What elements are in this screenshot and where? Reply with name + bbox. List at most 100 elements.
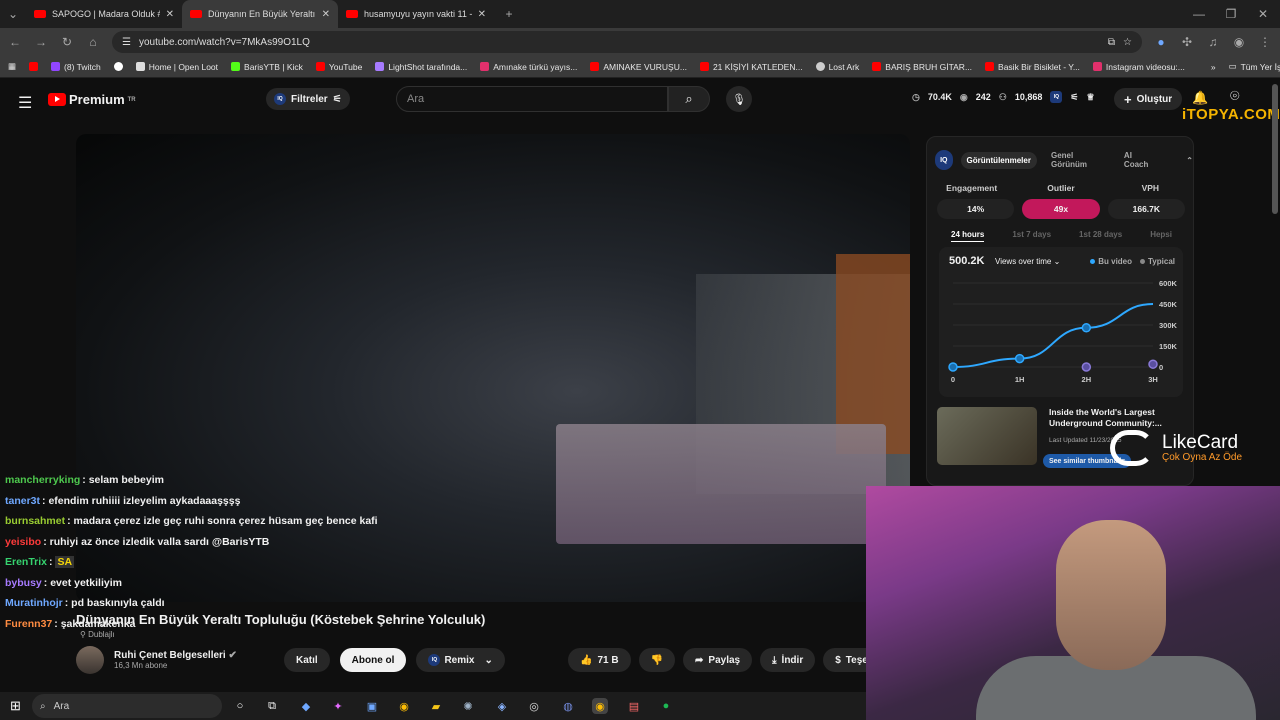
task-view-icon[interactable]: ⧉	[264, 698, 280, 714]
bookmark-6[interactable]: AMINAKE VURUŞU...	[590, 62, 687, 72]
chat-user: taner3t	[5, 494, 41, 507]
maximize-icon[interactable]: ❐	[1224, 7, 1238, 21]
close-icon[interactable]: ✕	[478, 9, 486, 20]
extensions-icon[interactable]: ✣	[1180, 35, 1194, 49]
extension-iq-icon[interactable]: ●	[1154, 35, 1168, 49]
bookmark-5[interactable]: Amınake türkü yayıs...	[480, 62, 577, 72]
install-icon[interactable]: ⧉	[1108, 37, 1115, 48]
app-icon-1[interactable]: ◆	[298, 698, 314, 714]
collapse-icon[interactable]: ⌃	[1186, 156, 1193, 165]
bookmark-4[interactable]: LightShot tarafında...	[375, 62, 467, 72]
window-close-icon[interactable]: ✕	[1256, 7, 1270, 21]
media-icon[interactable]: ♫	[1206, 35, 1220, 49]
stat-watching: 242	[975, 92, 991, 102]
tab-3[interactable]: husamyuyu yayın vakti 11 - Yo ✕	[338, 0, 494, 28]
bookmark-9[interactable]: BARIŞ BRUH GİTAR...	[872, 62, 972, 72]
trophy-icon[interactable]: ♕	[1086, 92, 1094, 103]
range-28d[interactable]: 1st 28 days	[1079, 230, 1122, 242]
close-icon[interactable]: ✕	[166, 9, 174, 20]
iq-extension-icon[interactable]: IQ	[1050, 91, 1063, 103]
obs-icon[interactable]: ◎	[526, 698, 542, 714]
reload-icon[interactable]: ↻	[60, 35, 74, 49]
store-icon[interactable]: ▣	[364, 698, 380, 714]
download-label: İndir	[781, 654, 804, 666]
notifications-bell-icon[interactable]: 🔔	[1192, 90, 1208, 106]
bookmark-google[interactable]	[113, 62, 123, 71]
discord-icon[interactable]: ◍	[560, 698, 576, 714]
range-7d[interactable]: 1st 7 days	[1012, 230, 1051, 242]
tab-1[interactable]: SAPOGO | Madara Olduk #606 ✕	[26, 0, 182, 28]
chrome-active-icon[interactable]: ◉	[592, 698, 608, 714]
chat-user: Muratinhojr	[5, 597, 63, 609]
voice-search-button[interactable]: 🎙	[726, 86, 752, 112]
filters-button[interactable]: IQ Filtreler ⚟	[266, 88, 350, 110]
profile-icon[interactable]: ◉	[1232, 35, 1246, 49]
tab-search-icon[interactable]: ⌄	[6, 7, 20, 21]
menu-icon[interactable]: ⋮	[1258, 35, 1272, 49]
create-button[interactable]: + Oluştur	[1114, 88, 1183, 110]
file-explorer-icon[interactable]: ▰	[428, 698, 444, 714]
search-button[interactable]: ⌕	[668, 86, 710, 112]
home-icon[interactable]: ⌂	[86, 35, 100, 49]
channel-avatar[interactable]	[76, 646, 104, 674]
subscribe-button[interactable]: Abone ol	[339, 648, 407, 672]
join-button[interactable]: Katıl	[284, 648, 330, 672]
tab-2[interactable]: Dünyanın En Büyük Yeraltı Topl ✕	[182, 0, 338, 28]
share-button[interactable]: ➦ Paylaş	[683, 648, 753, 672]
bookmark-8[interactable]: Lost Ark	[815, 62, 859, 72]
like-button[interactable]: 👍 71 B	[568, 648, 631, 672]
app-icon-2[interactable]: ✦	[330, 698, 346, 714]
page-scrollbar[interactable]	[1272, 84, 1278, 214]
range-24h[interactable]: 24 hours	[951, 230, 985, 242]
related-thumbnail[interactable]	[937, 407, 1037, 465]
forward-icon[interactable]: →	[34, 35, 48, 49]
hamburger-menu-icon[interactable]: ☰	[18, 93, 32, 113]
tab-ai-coach[interactable]: AI Coach	[1118, 147, 1160, 173]
metric-label: VPH	[1141, 183, 1160, 193]
bookmark-3[interactable]: YouTube	[315, 62, 362, 72]
windows-start-icon[interactable]: ⊞	[10, 698, 21, 714]
bookmark-10[interactable]: Basik Bir Bisiklet - Y...	[985, 62, 1080, 72]
likecard-name: LikeCard	[1162, 432, 1239, 453]
bookmark-star-icon[interactable]: ☆	[1123, 37, 1132, 48]
minimize-icon[interactable]: —	[1192, 7, 1206, 21]
spotify-icon[interactable]: ●	[658, 698, 674, 714]
steam-icon[interactable]: ✺	[460, 698, 476, 714]
bookmark-11[interactable]: Instagram videosu:...	[1092, 62, 1185, 72]
download-button[interactable]: ⤓ İndir	[760, 648, 816, 672]
tab-overview[interactable]: Genel Görünüm	[1045, 147, 1110, 173]
bookmark-0[interactable]: (8) Twitch	[51, 62, 101, 72]
tab-views[interactable]: Görüntülenmeler	[960, 151, 1037, 169]
bookmark-1[interactable]: Home | Open Loot	[135, 62, 218, 72]
remix-button[interactable]: IQ Remix ⌄	[416, 648, 505, 672]
remix-label: Remix	[444, 654, 475, 666]
dubbed-badge: ⚲ Dublajlı	[80, 630, 115, 639]
related-title[interactable]: Inside the World's Largest Underground C…	[1049, 407, 1175, 429]
bookmark-2[interactable]: BarisYTB | Kick	[231, 62, 303, 72]
apps-icon[interactable]: ▦	[8, 61, 16, 72]
app-icon-4[interactable]: ▤	[626, 698, 642, 714]
account-avatar-icon[interactable]: ⌾	[1230, 88, 1240, 106]
all-bookmarks-label: Tüm Yer İşaretleri	[1240, 61, 1280, 72]
sliders-icon[interactable]: ⚟	[1070, 92, 1078, 103]
app-icon-3[interactable]: ◈	[494, 698, 510, 714]
cortana-icon[interactable]: ○	[232, 698, 248, 714]
bookmark-7[interactable]: 21 KİŞİYİ KATLEDEN...	[699, 62, 803, 72]
channel-name[interactable]: Ruhi Çenet Belgeselleri ✔	[114, 650, 274, 661]
all-bookmarks[interactable]: ▭Tüm Yer İşaretleri	[1229, 61, 1280, 72]
likecard-tagline: Çok Oyna Az Öde	[1162, 452, 1243, 463]
site-info-icon[interactable]: ☰	[122, 37, 131, 48]
dislike-button[interactable]: 👎	[638, 648, 676, 672]
search-input[interactable]: Ara	[396, 86, 668, 112]
new-tab-icon[interactable]: +	[502, 7, 516, 21]
url-input[interactable]: ☰ youtube.com/watch?v=7MkAs99O1LQ ⧉ ☆	[112, 31, 1142, 53]
youtube-logo[interactable]: Premium TR	[48, 92, 136, 107]
back-icon[interactable]: ←	[8, 35, 22, 49]
taskbar-search[interactable]: ⌕ Ara	[32, 694, 222, 718]
y-tick-label: 450K	[1159, 300, 1178, 309]
chrome-icon[interactable]: ◉	[396, 698, 412, 714]
close-icon[interactable]: ✕	[322, 9, 330, 20]
more-bookmarks-icon[interactable]: »	[1211, 62, 1216, 72]
range-all[interactable]: Hepsi	[1150, 230, 1172, 242]
bookmark-youtube[interactable]	[29, 62, 39, 71]
